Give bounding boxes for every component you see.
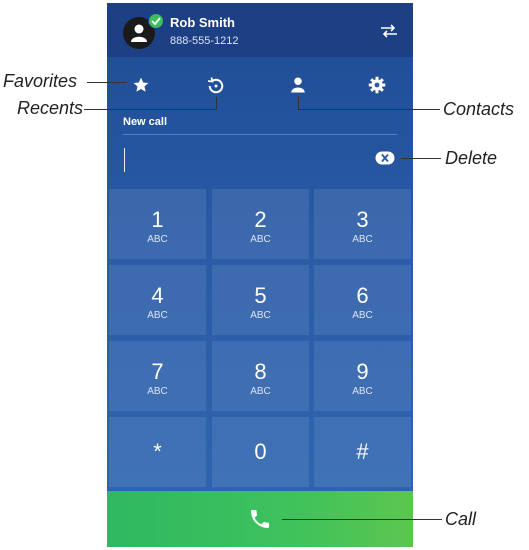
dial-input[interactable]	[123, 146, 373, 172]
key-digit: 2	[254, 207, 267, 232]
history-icon	[207, 77, 224, 94]
leader-line	[87, 82, 127, 83]
key-letters: ABC	[352, 386, 373, 397]
key-letters: ABC	[147, 386, 168, 397]
key-digit: 8	[254, 359, 267, 384]
key-hash[interactable]: #	[314, 417, 411, 487]
key-0[interactable]: 0	[212, 417, 309, 487]
leader-line	[401, 158, 441, 159]
key-digit: 9	[356, 359, 369, 384]
backspace-icon[interactable]	[375, 151, 395, 165]
leader-line	[282, 519, 442, 520]
person-icon	[291, 77, 305, 93]
key-3[interactable]: 3 ABC	[314, 189, 411, 259]
leader-line	[298, 109, 440, 110]
key-digit: 4	[151, 283, 164, 308]
key-digit: #	[356, 439, 369, 464]
callout-call: Call	[445, 509, 477, 529]
phone-app: Rob Smith 888-555-1212 New call 1 ABC 2 …	[107, 3, 413, 547]
leader-line	[298, 97, 299, 110]
key-letters: ABC	[147, 310, 168, 321]
callout-favorites: Favorites	[3, 71, 78, 91]
key-2[interactable]: 2 ABC	[212, 189, 309, 259]
key-letters: ABC	[352, 234, 373, 245]
swap-arrows-icon[interactable]	[380, 24, 398, 38]
presence-badge	[148, 13, 164, 29]
key-9[interactable]: 9 ABC	[314, 341, 411, 411]
key-7[interactable]: 7 ABC	[109, 341, 206, 411]
callout-delete: Delete	[445, 148, 498, 168]
key-digit: 0	[254, 439, 267, 464]
tab-favorites[interactable]	[129, 76, 153, 100]
key-letters: ABC	[352, 310, 373, 321]
key-6[interactable]: 6 ABC	[314, 265, 411, 335]
text-caret	[124, 148, 125, 172]
callout-recents: Recents	[17, 98, 84, 118]
key-star[interactable]: *	[109, 417, 206, 487]
key-letters: ABC	[250, 386, 271, 397]
check-icon	[151, 17, 161, 25]
key-digit: 6	[356, 283, 369, 308]
user-name: Rob Smith	[170, 15, 235, 30]
phone-icon	[251, 510, 269, 528]
key-letters: ABC	[250, 310, 271, 321]
key-5[interactable]: 5 ABC	[212, 265, 309, 335]
tab-settings[interactable]	[365, 76, 389, 100]
star-icon	[133, 77, 149, 92]
key-4[interactable]: 4 ABC	[109, 265, 206, 335]
gear-icon	[368, 76, 386, 94]
leader-line	[216, 97, 217, 110]
leader-line	[84, 109, 216, 110]
new-call-label: New call	[123, 116, 168, 128]
person-icon	[131, 24, 147, 42]
key-letters: ABC	[250, 234, 271, 245]
header-bar: Rob Smith 888-555-1212	[107, 3, 413, 57]
user-number: 888-555-1212	[170, 35, 239, 47]
key-digit: 3	[356, 207, 369, 232]
divider	[123, 134, 397, 135]
key-digit: 1	[151, 207, 164, 232]
key-digit: *	[153, 439, 162, 464]
callout-contacts: Contacts	[443, 99, 515, 119]
key-digit: 7	[151, 359, 164, 384]
key-letters: ABC	[147, 234, 168, 245]
key-digit: 5	[254, 283, 267, 308]
key-1[interactable]: 1 ABC	[109, 189, 206, 259]
key-8[interactable]: 8 ABC	[212, 341, 309, 411]
